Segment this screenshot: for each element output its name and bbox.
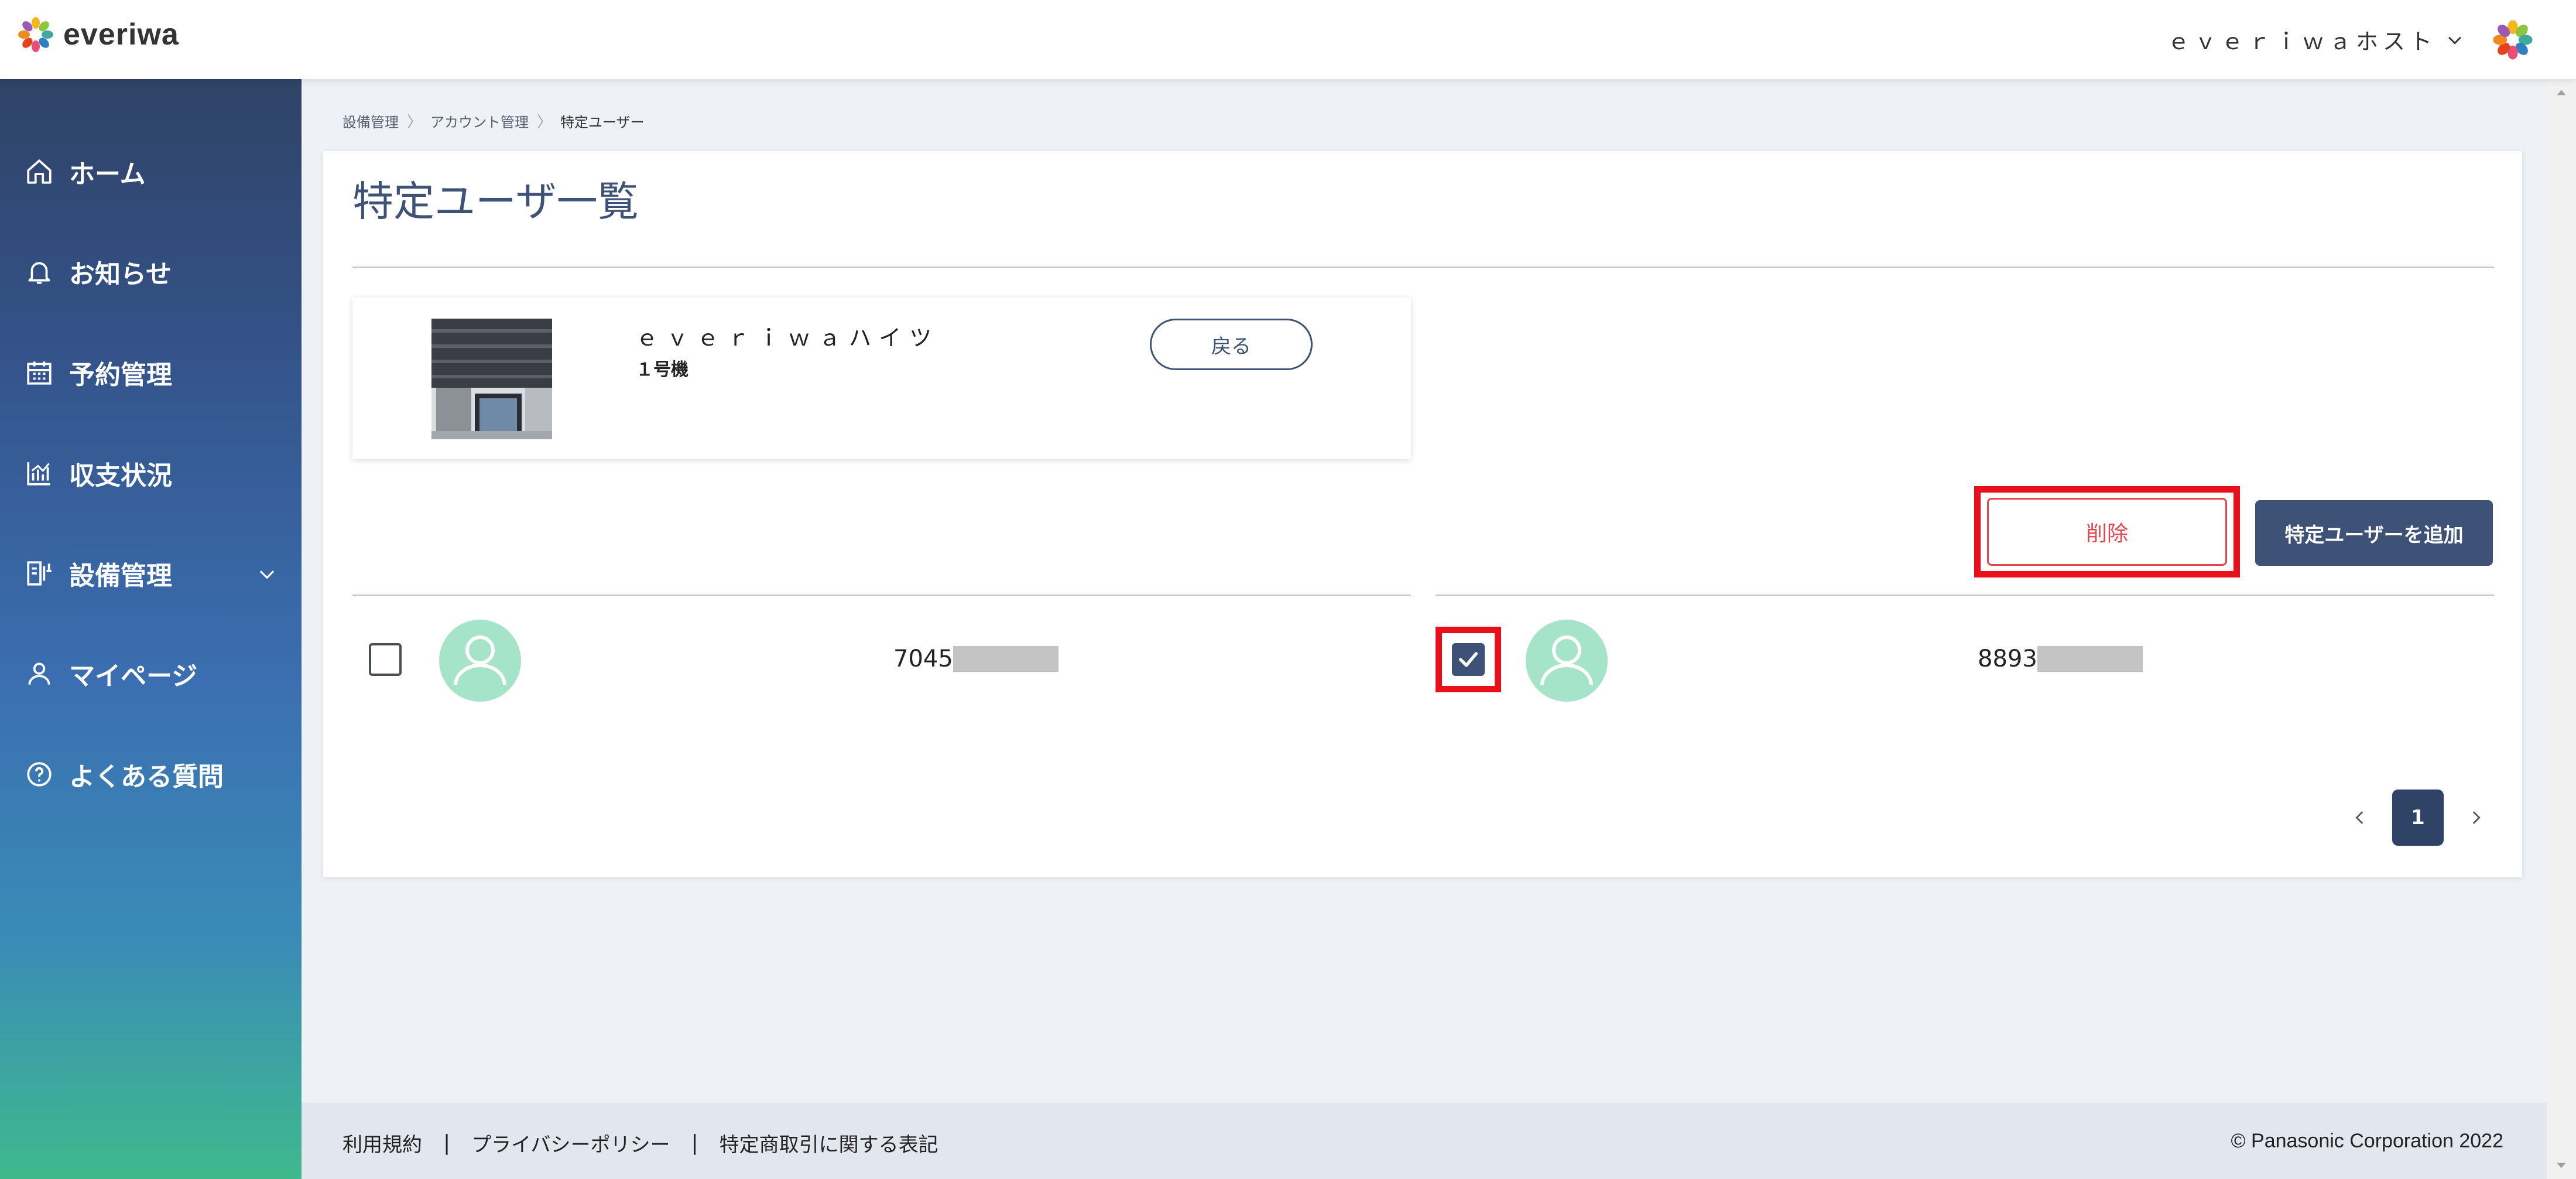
sidebar-item-label: マイページ — [69, 661, 198, 691]
checkmark-icon — [1459, 652, 1478, 667]
footer-link-privacy[interactable]: プライバシーポリシー — [471, 1129, 670, 1157]
home-icon — [27, 159, 52, 184]
list-divider-left — [352, 594, 1411, 596]
user-list-item: 8893 — [1436, 614, 2494, 708]
page-number-current[interactable]: 1 — [2392, 790, 2444, 846]
redacted-block — [953, 646, 1059, 672]
facility-name: ｅｖｅｒｉｗａハイツ — [636, 325, 940, 351]
title-divider — [352, 266, 2494, 268]
sidebar-item-label: お知らせ — [69, 259, 172, 289]
scrollbar[interactable] — [2547, 79, 2576, 1179]
main-card: 特定ユーザ一覧 ｅｖｅｒｉｗａハイツ １号機 戻る 削除 特定ユーザーを追加 7… — [323, 151, 2522, 877]
sidebar: ホーム お知らせ 予約管理 収支状況 設備管理 マイページ よくある質問 — [0, 79, 302, 1179]
flower-avatar-icon[interactable] — [2491, 18, 2535, 62]
account-menu[interactable]: ｅｖｅｒｉｗａホスト — [2167, 23, 2465, 56]
breadcrumb-item-equipment[interactable]: 設備管理 — [342, 111, 399, 131]
person-avatar-icon — [454, 635, 506, 686]
sidebar-item-notices[interactable]: お知らせ — [0, 237, 302, 307]
user-avatar — [1526, 620, 1608, 702]
sidebar-item-label: 予約管理 — [69, 360, 172, 390]
breadcrumb: 設備管理 〉 アカウント管理 〉 特定ユーザー — [342, 110, 645, 132]
breadcrumb-separator: 〉 — [407, 114, 423, 131]
footer-link-terms[interactable]: 利用規約 — [342, 1129, 422, 1157]
question-icon — [27, 762, 52, 787]
sidebar-item-label: 設備管理 — [69, 561, 172, 591]
logo-text: everiwa — [63, 18, 179, 52]
add-user-button[interactable]: 特定ユーザーを追加 — [2255, 500, 2493, 566]
footer-separator: | — [691, 1131, 698, 1155]
back-button[interactable]: 戻る — [1150, 319, 1313, 370]
facility-unit: １号機 — [636, 360, 688, 380]
sidebar-item-reservations[interactable]: 予約管理 — [0, 337, 302, 408]
copyright: © Panasonic Corporation 2022 — [2231, 1130, 2503, 1152]
building-image — [431, 319, 552, 439]
breadcrumb-item-current: 特定ユーザー — [560, 114, 645, 131]
footer-separator: | — [443, 1131, 451, 1155]
chevron-right-icon[interactable] — [2466, 808, 2486, 828]
person-icon — [28, 662, 50, 685]
sidebar-item-label: ホーム — [69, 159, 146, 189]
footer-link-commerce[interactable]: 特定商取引に関する表記 — [720, 1129, 938, 1157]
calendar-icon — [27, 361, 52, 385]
user-id: 7045 — [893, 645, 1059, 672]
facility-card: ｅｖｅｒｉｗａハイツ １号機 戻る — [352, 298, 1411, 459]
everiwa-logo[interactable]: everiwa — [15, 14, 179, 55]
breadcrumb-item-account[interactable]: アカウント管理 — [430, 111, 529, 131]
chevron-down-icon — [259, 570, 275, 579]
chevron-left-icon[interactable] — [2350, 808, 2370, 828]
user-id: 8893 — [1978, 645, 2143, 672]
flower-logo-icon — [18, 17, 53, 52]
sidebar-item-mypage[interactable]: マイページ — [0, 638, 302, 709]
footer: 利用規約 | プライバシーポリシー | 特定商取引に関する表記 © Panaso… — [302, 1103, 2547, 1179]
pagination: 1 — [2350, 790, 2486, 846]
sidebar-item-label: 収支状況 — [69, 461, 172, 491]
page-title: 特定ユーザ一覧 — [352, 177, 639, 225]
redacted-block — [2037, 646, 2143, 672]
user-avatar — [439, 620, 521, 702]
top-header: everiwa ｅｖｅｒｉｗａホスト — [0, 0, 2576, 79]
sidebar-item-equipment[interactable]: 設備管理 — [0, 538, 302, 609]
equipment-icon — [27, 561, 52, 586]
sidebar-item-home[interactable]: ホーム — [0, 136, 302, 207]
chart-icon — [27, 462, 50, 486]
bell-icon — [28, 262, 50, 284]
breadcrumb-separator: 〉 — [537, 114, 553, 131]
user-id-text: 7045 — [893, 645, 953, 672]
delete-button[interactable]: 削除 — [1987, 498, 2227, 566]
user-list-item: 7045 — [352, 614, 1411, 708]
sidebar-item-revenue[interactable]: 収支状況 — [0, 438, 302, 508]
scroll-down-icon[interactable] — [2554, 1158, 2569, 1173]
chevron-down-icon — [2448, 36, 2461, 45]
facility-photo — [431, 319, 552, 439]
user-checkbox[interactable] — [369, 643, 402, 676]
person-avatar-icon — [1540, 635, 1593, 686]
user-checkbox-checked[interactable] — [1452, 643, 1485, 676]
sidebar-item-label: よくある質問 — [69, 762, 224, 792]
footer-links: 利用規約 | プライバシーポリシー | 特定商取引に関する表記 — [342, 1129, 938, 1157]
sidebar-item-faq[interactable]: よくある質問 — [0, 739, 302, 809]
user-id-text: 8893 — [1978, 645, 2037, 672]
list-divider-right — [1436, 594, 2494, 596]
scroll-up-icon[interactable] — [2554, 85, 2569, 100]
account-menu-label: ｅｖｅｒｉｗａホスト — [2167, 29, 2437, 54]
